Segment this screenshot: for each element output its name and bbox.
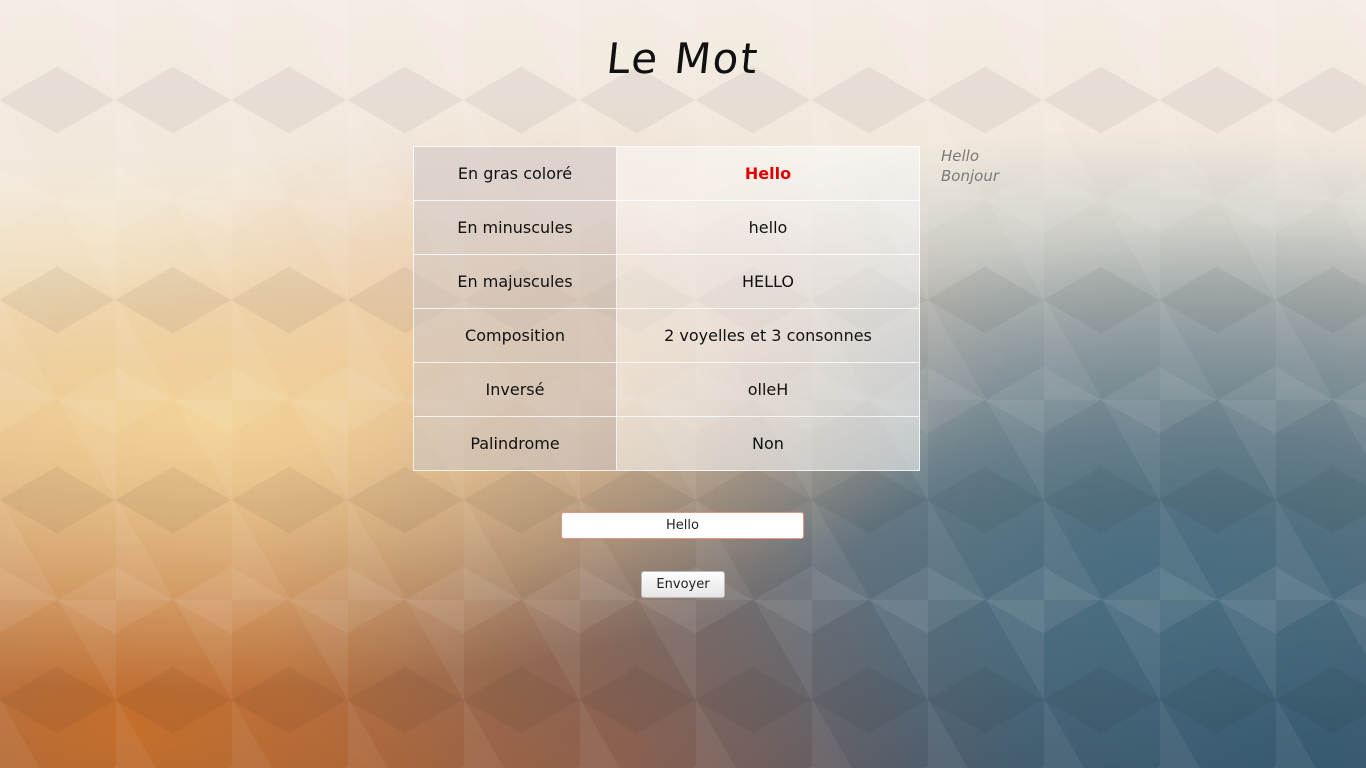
table-row: En majuscules HELLO: [413, 254, 920, 309]
row-value-palindrome: Non: [616, 416, 920, 471]
history-item: Hello: [941, 147, 980, 165]
submit-button[interactable]: Envoyer: [641, 571, 725, 598]
word-input[interactable]: [561, 512, 804, 539]
row-value-composition: 2 voyelles et 3 consonnes: [616, 308, 920, 363]
page-title: Le Mot: [604, 34, 762, 83]
row-label-bold-colored: En gras coloré: [413, 146, 617, 201]
word-analysis-table: En gras coloré Hello En minuscules hello…: [413, 146, 920, 471]
history-item: Bonjour: [941, 167, 999, 185]
row-label-reversed: Inversé: [413, 362, 617, 417]
table-row: Composition 2 voyelles et 3 consonnes: [413, 308, 920, 363]
row-value-reversed: olleH: [616, 362, 920, 417]
row-value-uppercase: HELLO: [616, 254, 920, 309]
row-label-composition: Composition: [413, 308, 617, 363]
word-history-list: Hello Bonjour: [941, 146, 999, 186]
row-value-bold-colored: Hello: [616, 146, 920, 201]
table-row: En minuscules hello: [413, 200, 920, 255]
row-value-lowercase: hello: [616, 200, 920, 255]
table-row: Inversé olleH: [413, 362, 920, 417]
row-label-lowercase: En minuscules: [413, 200, 617, 255]
row-label-uppercase: En majuscules: [413, 254, 617, 309]
bold-colored-word: Hello: [744, 164, 792, 183]
row-label-palindrome: Palindrome: [413, 416, 617, 471]
table-row: En gras coloré Hello: [413, 146, 920, 201]
table-row: Palindrome Non: [413, 416, 920, 471]
